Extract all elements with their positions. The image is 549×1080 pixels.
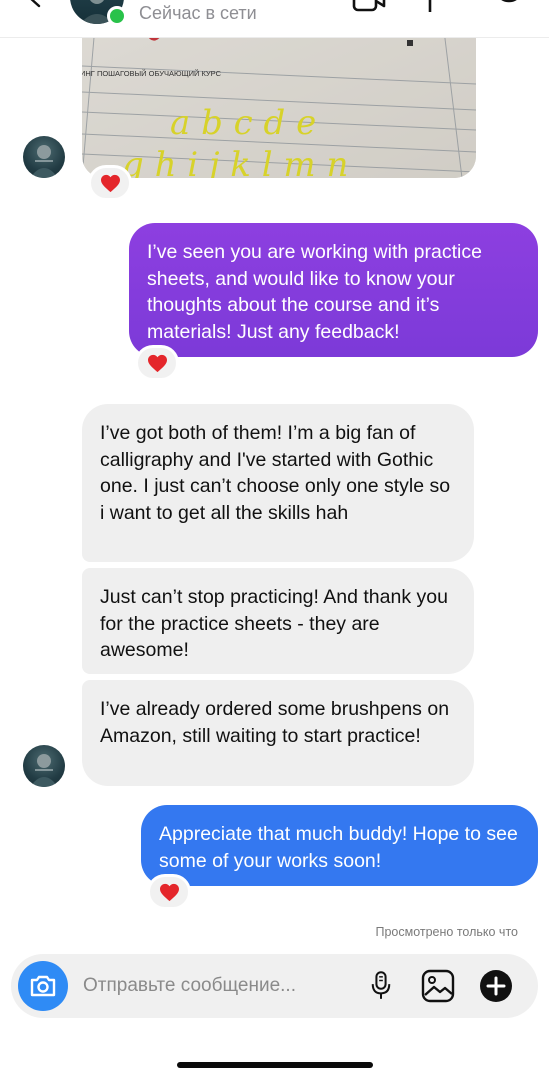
- contact-avatar-small[interactable]: [23, 136, 65, 178]
- sheet-letters-row2: g h i j k l m n: [122, 145, 348, 178]
- video-call-icon[interactable]: [352, 0, 386, 14]
- heart-icon: [100, 174, 120, 192]
- heart-reaction[interactable]: [147, 874, 191, 910]
- online-status-dot: [107, 6, 127, 26]
- flag-icon[interactable]: [424, 0, 458, 14]
- heart-reaction[interactable]: [135, 345, 179, 381]
- camera-button[interactable]: [18, 961, 68, 1011]
- gallery-icon[interactable]: [420, 968, 456, 1004]
- seen-status: Просмотрено только что: [375, 925, 518, 939]
- home-indicator[interactable]: [177, 1062, 373, 1068]
- camera-icon: [30, 975, 56, 997]
- message-input[interactable]: Отправьте сообщение...: [83, 975, 296, 997]
- microphone-icon[interactable]: [363, 968, 399, 1004]
- online-status-text: Сейчас в сети: [139, 3, 257, 23]
- add-icon[interactable]: [478, 968, 514, 1004]
- received-message[interactable]: I’ve got both of them! I’m a big fan of …: [82, 404, 474, 562]
- back-chevron-icon[interactable]: [24, 0, 46, 8]
- received-message[interactable]: I’ve already ordered some brushpens on A…: [82, 680, 474, 786]
- received-message[interactable]: Just can’t stop practicing! And thank yo…: [82, 568, 474, 674]
- sheet-caption: ИНГ ПОШАГОВЫЙ ОБУЧАЮЩИЙ КУРС: [82, 69, 222, 78]
- contact-avatar-small[interactable]: [23, 745, 65, 787]
- info-icon[interactable]: [492, 0, 526, 14]
- chat-header: Сейчас в сети: [0, 0, 549, 38]
- heart-icon: [147, 354, 167, 372]
- sent-message[interactable]: Appreciate that much buddy! Hope to see …: [141, 805, 538, 886]
- calligraphy-sheet-photo: ИНГ ПОШАГОВЫЙ ОБУЧАЮЩИЙ КУРС a b c d e g…: [82, 14, 476, 178]
- heart-icon: [159, 883, 179, 901]
- sent-message[interactable]: I’ve seen you are working with practice …: [129, 223, 538, 357]
- sheet-letters-row1: a b c d e: [170, 103, 316, 143]
- message-composer: Отправьте сообщение...: [11, 954, 538, 1018]
- heart-reaction[interactable]: [88, 165, 132, 201]
- image-message[interactable]: ИНГ ПОШАГОВЫЙ ОБУЧАЮЩИЙ КУРС a b c d e g…: [82, 14, 476, 178]
